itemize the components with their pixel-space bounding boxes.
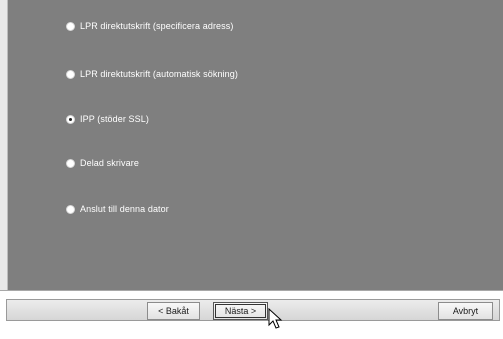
cancel-button[interactable]: Avbryt xyxy=(438,302,493,320)
radio-button[interactable] xyxy=(66,158,75,168)
next-button[interactable]: Nästa > xyxy=(213,302,268,320)
option-label: IPP (stöder SSL) xyxy=(80,114,149,124)
radio-button[interactable] xyxy=(66,69,75,79)
option-label: Anslut till denna dator xyxy=(80,204,169,214)
left-edge-strip xyxy=(0,0,8,290)
radio-button[interactable] xyxy=(66,21,75,31)
arrow-pointer-icon xyxy=(268,308,283,329)
radio-button[interactable] xyxy=(66,204,75,214)
option-label: LPR direktutskrift (specificera adress) xyxy=(80,21,234,31)
installer-window: LPR direktutskrift (specificera adress) … xyxy=(0,0,503,339)
option-ipp-ssl[interactable]: IPP (stöder SSL) xyxy=(66,111,149,127)
radio-group: LPR direktutskrift (specificera adress) … xyxy=(8,0,503,290)
connection-options-panel: LPR direktutskrift (specificera adress) … xyxy=(8,0,503,290)
option-shared-printer[interactable]: Delad skrivare xyxy=(66,155,139,171)
radio-button-selected[interactable] xyxy=(66,114,75,124)
back-button[interactable]: < Bakåt xyxy=(147,302,200,320)
option-lpr-specify-address[interactable]: LPR direktutskrift (specificera adress) xyxy=(66,18,233,34)
option-label: LPR direktutskrift (automatisk sökning) xyxy=(80,69,238,79)
option-label: Delad skrivare xyxy=(80,158,139,168)
option-connect-this-computer[interactable]: Anslut till denna dator xyxy=(66,201,169,217)
option-lpr-auto-search[interactable]: LPR direktutskrift (automatisk sökning) xyxy=(66,66,238,82)
